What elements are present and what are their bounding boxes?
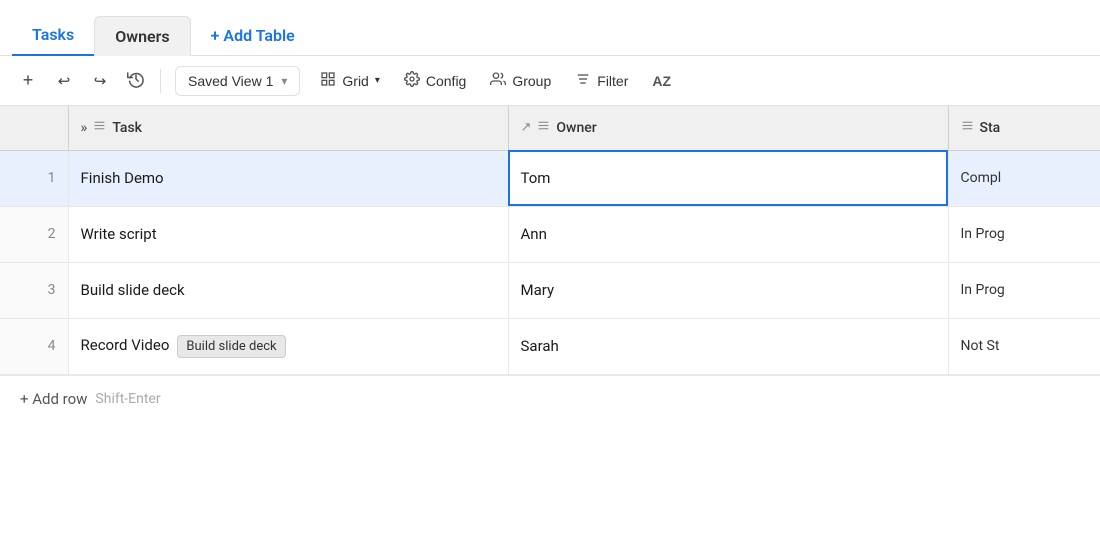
status-col-hamburger-icon (961, 119, 974, 136)
table-row[interactable]: 3Build slide deckMaryIn Prog (0, 262, 1100, 318)
double-chevron-icon: » (81, 120, 88, 136)
toolbar-divider (160, 69, 161, 93)
owner-cell[interactable]: Tom (508, 150, 948, 206)
task-col-hamburger-icon (93, 119, 106, 136)
main-table: » Task ↗ Owner (0, 106, 1100, 375)
status-cell: Compl (948, 150, 1100, 206)
owner-arrow-icon: ↗ (521, 120, 532, 135)
row-number: 4 (0, 318, 68, 374)
status-cell: In Prog (948, 262, 1100, 318)
col-header-owner[interactable]: ↗ Owner (508, 106, 948, 150)
sort-az-icon: AZ (652, 73, 671, 89)
group-label: Group (512, 73, 551, 89)
grid-view-button[interactable]: Grid ▾ (310, 65, 389, 96)
sort-button[interactable]: AZ (642, 67, 681, 95)
row-number: 3 (0, 262, 68, 318)
grid-caret-icon: ▾ (375, 75, 380, 86)
col-header-status[interactable]: Sta (948, 106, 1100, 150)
task-cell[interactable]: Finish Demo (68, 150, 508, 206)
tab-bar: Tasks Owners + Add Table (0, 0, 1100, 56)
status-cell: Not St (948, 318, 1100, 374)
add-row-button[interactable]: + Add row Shift-Enter (0, 375, 1100, 422)
add-row-label: + Add row (20, 390, 87, 408)
owner-cell[interactable]: Sarah (508, 318, 948, 374)
history-button[interactable] (120, 65, 152, 97)
table-row[interactable]: 2Write scriptAnnIn Prog (0, 206, 1100, 262)
col-owner-label: Owner (556, 120, 596, 136)
add-button[interactable]: + (12, 65, 44, 97)
filter-button[interactable]: Filter (565, 65, 638, 96)
config-button[interactable]: Config (394, 65, 476, 96)
saved-view-caret-icon: ▾ (281, 74, 287, 88)
add-table-button[interactable]: + Add Table (203, 22, 303, 49)
tab-tasks[interactable]: Tasks (12, 15, 94, 56)
toolbar: + ↩ ↪ Saved View 1 ▾ Grid ▾ Config (0, 56, 1100, 106)
owner-cell[interactable]: Mary (508, 262, 948, 318)
task-cell[interactable]: Write script (68, 206, 508, 262)
col-task-label: Task (112, 120, 142, 136)
undo-button[interactable]: ↩ (48, 65, 80, 97)
owner-col-hamburger-icon (537, 119, 550, 136)
col-header-rownum (0, 106, 68, 150)
history-icon (127, 70, 145, 92)
group-icon (490, 71, 506, 90)
grid-icon (320, 71, 336, 90)
grid-label: Grid (342, 73, 368, 89)
row-number: 2 (0, 206, 68, 262)
status-cell: In Prog (948, 206, 1100, 262)
config-label: Config (426, 73, 466, 89)
redo-button[interactable]: ↪ (84, 65, 116, 97)
task-tooltip: Build slide deck (177, 335, 285, 358)
redo-icon: ↪ (94, 72, 107, 90)
table-header-row: » Task ↗ Owner (0, 106, 1100, 150)
col-header-task[interactable]: » Task (68, 106, 508, 150)
undo-icon: ↩ (58, 72, 71, 90)
table-row[interactable]: 1Finish DemoTomCompl (0, 150, 1100, 206)
group-button[interactable]: Group (480, 65, 561, 96)
add-row-shortcut: Shift-Enter (95, 391, 160, 407)
owner-cell[interactable]: Ann (508, 206, 948, 262)
filter-label: Filter (597, 73, 628, 89)
table-wrapper: » Task ↗ Owner (0, 106, 1100, 544)
tab-owners[interactable]: Owners (94, 16, 190, 56)
saved-view-label: Saved View 1 (188, 73, 273, 89)
config-icon (404, 71, 420, 90)
table-row[interactable]: 4Record VideoBuild slide deckSarahNot St (0, 318, 1100, 374)
row-number: 1 (0, 150, 68, 206)
col-status-label: Sta (980, 120, 1001, 136)
filter-icon (575, 71, 591, 90)
saved-view-button[interactable]: Saved View 1 ▾ (175, 66, 300, 96)
plus-icon: + (23, 70, 34, 91)
task-cell[interactable]: Record VideoBuild slide deck (68, 318, 508, 374)
task-cell[interactable]: Build slide deck (68, 262, 508, 318)
